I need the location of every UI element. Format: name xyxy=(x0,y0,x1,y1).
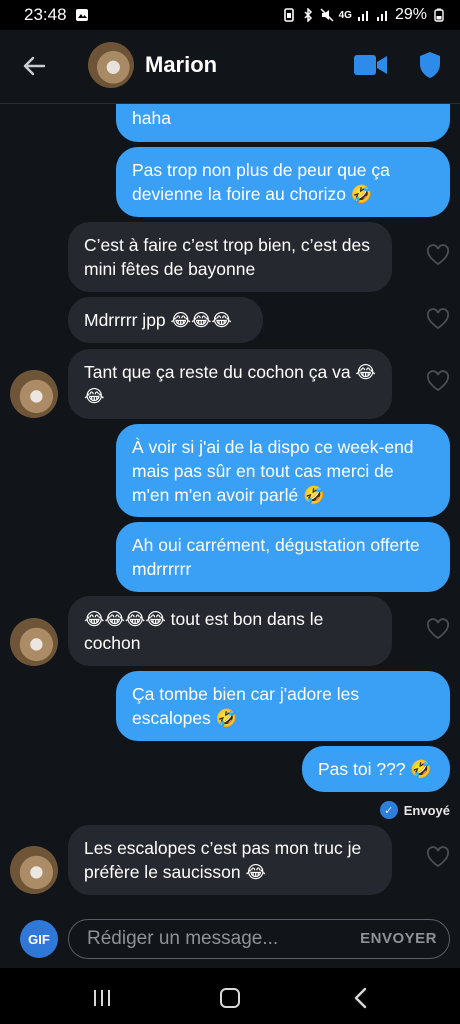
message-outgoing[interactable]: Pas toi ??? 🤣 xyxy=(302,746,450,792)
contact-avatar-small[interactable] xyxy=(10,618,58,666)
message-incoming[interactable]: Les escalopes c’est pas mon truc je préf… xyxy=(68,825,392,895)
back-arrow-icon[interactable] xyxy=(20,52,48,80)
contact-avatar-small[interactable] xyxy=(10,370,58,418)
message-outgoing[interactable]: Ça tombe bien car j'adore les escalopes … xyxy=(116,671,450,741)
system-nav-bar xyxy=(0,968,460,1024)
contact-avatar-small[interactable] xyxy=(10,846,58,894)
heart-icon[interactable] xyxy=(426,244,450,266)
message-composer: GIF ENVOYER xyxy=(0,916,460,968)
battery-percent: 29% xyxy=(394,6,427,23)
heart-icon[interactable] xyxy=(426,370,450,392)
battery-icon xyxy=(434,8,444,22)
delivered-check-icon: ✓ xyxy=(379,801,398,819)
message-outgoing[interactable]: À voir si j'ai de la dispo ce week-end m… xyxy=(116,424,450,517)
heart-icon[interactable] xyxy=(426,618,450,640)
contact-name[interactable]: Marion xyxy=(145,52,217,78)
message-list[interactable]: haha Pas trop non plus de peur que ça de… xyxy=(0,104,460,916)
nav-back-icon[interactable] xyxy=(352,987,368,1009)
heart-icon[interactable] xyxy=(426,846,450,868)
signal-icon-2 xyxy=(376,11,387,21)
status-bar: 23:48 4G 29% xyxy=(0,0,460,30)
delivery-status: ✓ Envoyé xyxy=(379,801,450,819)
message-outgoing[interactable]: Pas trop non plus de peur que ça devienn… xyxy=(116,147,450,217)
message-outgoing[interactable]: haha xyxy=(116,104,450,142)
video-call-icon[interactable] xyxy=(354,54,388,76)
chat-header: Marion xyxy=(0,30,460,104)
mute-icon xyxy=(320,8,334,22)
status-time: 23:48 xyxy=(24,5,67,24)
home-icon[interactable] xyxy=(220,988,240,1008)
message-input[interactable] xyxy=(87,928,347,950)
message-incoming[interactable]: C’est à faire c’est trop bien, c’est des… xyxy=(68,222,392,292)
send-button[interactable]: ENVOYER xyxy=(360,930,437,947)
message-incoming[interactable]: Tant que ça reste du cochon ça va 😂😂 xyxy=(68,349,392,419)
message-input-wrapper[interactable]: ENVOYER xyxy=(68,919,450,959)
recent-apps-icon[interactable] xyxy=(92,988,112,1008)
battery-saver-icon xyxy=(283,8,294,22)
heart-icon[interactable] xyxy=(426,308,450,330)
message-incoming[interactable]: Mdrrrrr jpp 😂😂😂 xyxy=(68,297,263,343)
message-incoming[interactable]: 😂😂😂😂 tout est bon dans le cochon xyxy=(68,596,392,666)
contact-avatar[interactable] xyxy=(88,42,134,88)
shield-icon[interactable] xyxy=(418,51,442,79)
bluetooth-icon xyxy=(304,8,312,22)
gif-button[interactable]: GIF xyxy=(20,920,58,958)
message-outgoing[interactable]: Ah oui carrément, dégustation offerte md… xyxy=(116,522,450,592)
network-type: 4G xyxy=(338,9,352,21)
gallery-notification-icon xyxy=(75,9,88,21)
signal-icon xyxy=(357,11,368,21)
